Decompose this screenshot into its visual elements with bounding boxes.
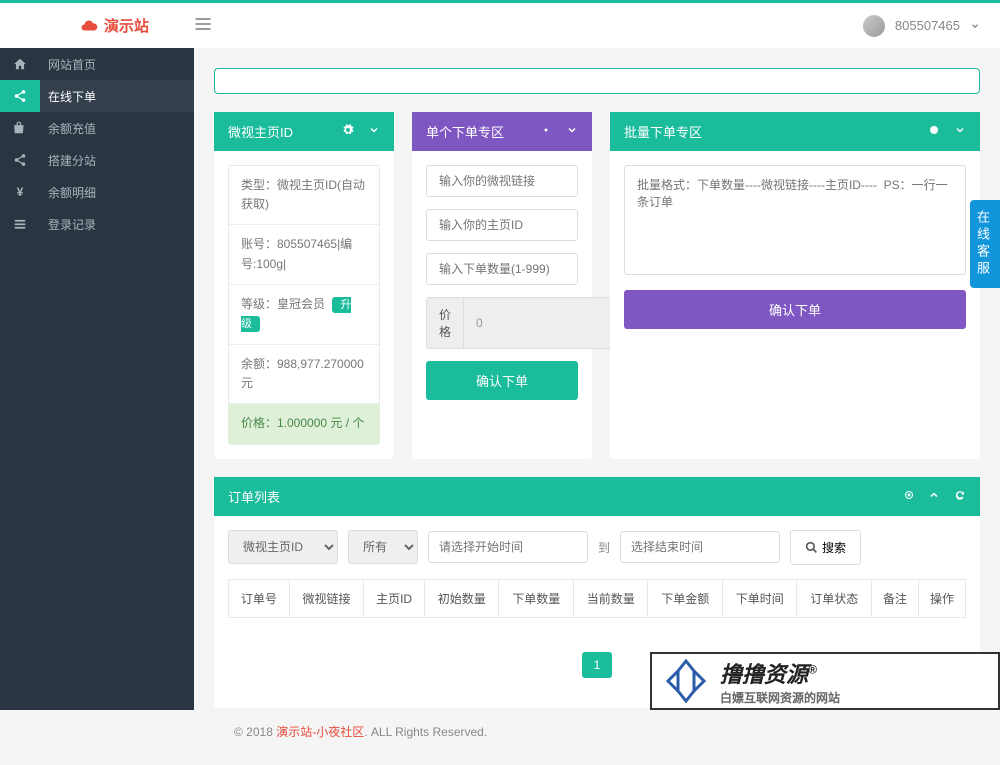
submit-single-order-button[interactable]: 确认下单 — [426, 361, 578, 400]
search-button[interactable]: 搜索 — [790, 530, 861, 565]
sidebar-item-substation[interactable]: 搭建分站 — [0, 144, 194, 176]
topbar: 演示站 805507465 — [0, 0, 1000, 48]
info-price: 价格：1.000000 元 / 个 — [229, 404, 379, 443]
hamburger-icon — [193, 14, 213, 34]
share-alt-icon — [13, 153, 27, 167]
list-icon — [13, 217, 27, 231]
sidebar-item-home[interactable]: 网站首页 — [0, 48, 194, 80]
gear-icon[interactable] — [903, 489, 915, 501]
info-level: 等级：皇冠会员 升级 — [229, 285, 379, 345]
sidebar-item-label: 网站首页 — [40, 56, 96, 73]
footer: © 2018 演示站-小夜社区. ALL Rights Reserved. — [214, 708, 980, 745]
cloud-icon — [80, 17, 98, 35]
panel-title: 批量下单专区 — [624, 122, 918, 141]
chevron-down-icon[interactable] — [954, 124, 966, 136]
table-header: 微视链接 — [289, 579, 364, 617]
sidebar: 网站首页 在线下单 余额充值 搭建分站 ¥ 余额明细 登录记录 — [0, 48, 194, 710]
sidebar-item-label: 余额充值 — [40, 120, 96, 137]
order-filters: 微视主页ID 所有 到 搜索 — [214, 516, 980, 579]
watermark-logo-icon — [662, 657, 710, 705]
gear-icon[interactable] — [928, 124, 940, 136]
gear-icon[interactable] — [540, 124, 552, 136]
page-button[interactable]: 1 — [582, 652, 613, 678]
panel-single-order: 单个下单专区 价格 元 确认下单 — [412, 112, 592, 459]
info-balance: 余额：988,977.270000 元 — [229, 345, 379, 404]
chevron-down-icon — [970, 21, 980, 31]
homepage-id-input[interactable] — [426, 209, 578, 241]
chevron-down-icon[interactable] — [368, 124, 380, 136]
search-icon — [805, 541, 818, 554]
info-account: 账号：805507465|编号:100g| — [229, 225, 379, 284]
panel-title: 单个下单专区 — [426, 122, 530, 141]
table-header: 下单金额 — [648, 579, 723, 617]
table-header: 订单状态 — [797, 579, 872, 617]
online-support-tab[interactable]: 在线客服 — [970, 200, 1000, 288]
watermark: 撸撸资源® 白嫖互联网资源的网站 — [650, 652, 1000, 710]
yen-icon: ¥ — [17, 185, 24, 199]
panel-title: 微视主页ID — [228, 122, 332, 141]
end-date-input[interactable] — [620, 531, 780, 563]
sidebar-item-order[interactable]: 在线下单 — [0, 80, 194, 112]
gear-icon[interactable] — [342, 124, 354, 136]
batch-order-textarea[interactable] — [624, 165, 966, 275]
submit-batch-order-button[interactable]: 确认下单 — [624, 290, 966, 329]
panel-account-info: 微视主页ID 类型：微视主页ID(自动获取) 账号：805507465|编号:1… — [214, 112, 394, 459]
table-header: 当前数量 — [573, 579, 648, 617]
info-type: 类型：微视主页ID(自动获取) — [229, 166, 379, 225]
table-header: 操作 — [918, 579, 965, 617]
panel-batch-order: 批量下单专区 确认下单 — [610, 112, 980, 459]
to-label: 到 — [598, 539, 610, 556]
alert-bar — [214, 68, 980, 94]
user-menu[interactable]: 805507465 — [863, 15, 980, 37]
sidebar-item-label: 搭建分站 — [40, 152, 96, 169]
brand-name: 演示站 — [104, 15, 149, 36]
table-header: 下单时间 — [722, 579, 797, 617]
table-header: 初始数量 — [424, 579, 499, 617]
panel-header: 批量下单专区 — [610, 112, 980, 151]
sidebar-item-label: 在线下单 — [40, 88, 96, 105]
filter-status-select[interactable]: 所有 — [348, 530, 418, 564]
price-display: 价格 元 — [426, 297, 578, 349]
panel-header: 单个下单专区 — [412, 112, 592, 151]
sidebar-item-label: 余额明细 — [40, 184, 96, 201]
menu-toggle[interactable] — [193, 14, 213, 37]
chevron-up-icon[interactable] — [928, 489, 940, 501]
sidebar-item-loginlog[interactable]: 登录记录 — [0, 208, 194, 240]
refresh-icon[interactable] — [954, 489, 966, 501]
panel-title: 订单列表 — [228, 487, 893, 506]
weishi-link-input[interactable] — [426, 165, 578, 197]
table-header: 订单号 — [229, 579, 290, 617]
home-icon — [13, 57, 27, 71]
bag-icon — [13, 121, 27, 135]
table-header: 主页ID — [364, 579, 425, 617]
brand-logo[interactable]: 演示站 — [80, 15, 149, 36]
sidebar-item-label: 登录记录 — [40, 216, 96, 233]
user-id: 805507465 — [895, 18, 960, 33]
footer-link[interactable]: 演示站-小夜社区 — [276, 725, 364, 739]
sidebar-item-recharge[interactable]: 余额充值 — [0, 112, 194, 144]
start-date-input[interactable] — [428, 531, 588, 563]
chevron-down-icon[interactable] — [566, 124, 578, 136]
panel-header: 订单列表 — [214, 477, 980, 516]
sidebar-item-balance[interactable]: ¥ 余额明细 — [0, 176, 194, 208]
filter-type-select[interactable]: 微视主页ID — [228, 530, 338, 564]
avatar — [863, 15, 885, 37]
table-header: 下单数量 — [499, 579, 574, 617]
table-header: 备注 — [871, 579, 918, 617]
quantity-input[interactable] — [426, 253, 578, 285]
panel-header: 微视主页ID — [214, 112, 394, 151]
share-icon — [13, 89, 27, 103]
orders-table: 订单号微视链接主页ID初始数量下单数量当前数量下单金额下单时间订单状态备注操作 — [228, 579, 966, 618]
